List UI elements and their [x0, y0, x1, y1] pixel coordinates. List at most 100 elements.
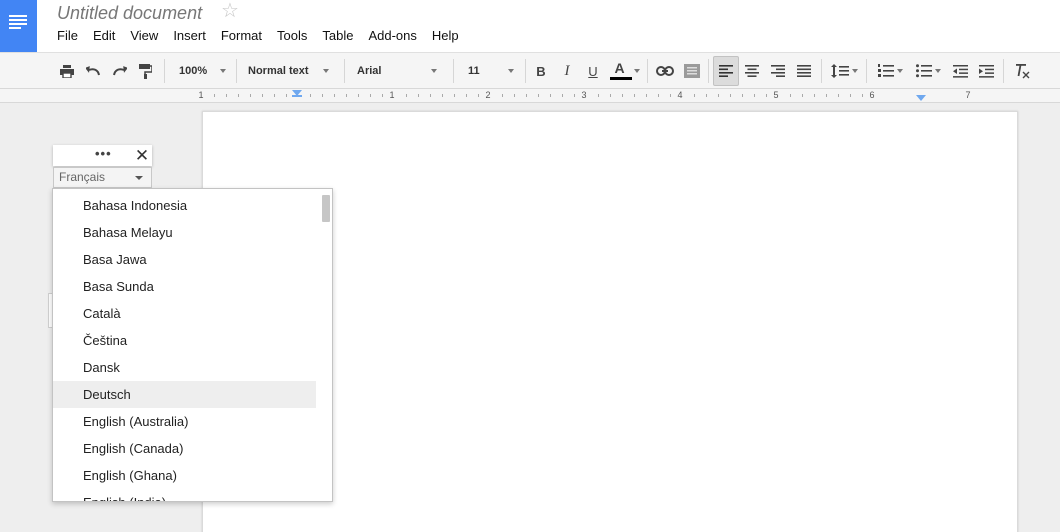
docs-logo-icon[interactable] [0, 0, 37, 52]
ruler-tick [862, 94, 863, 97]
ruler-tick [826, 94, 827, 97]
language-option[interactable]: English (Ghana) [53, 462, 316, 489]
zoom-value: 100% [179, 65, 208, 77]
font-value: Arial [357, 65, 382, 77]
ruler-tick [466, 94, 467, 97]
menu-tools[interactable]: Tools [277, 28, 307, 46]
decrease-indent-icon[interactable] [949, 53, 971, 89]
font-size-value: 11 [468, 65, 480, 77]
ruler-tick [406, 94, 407, 97]
menu-edit[interactable]: Edit [93, 28, 115, 46]
undo-icon[interactable] [83, 53, 103, 89]
more-options-icon[interactable]: ••• [95, 145, 112, 166]
text-color-button[interactable]: A [607, 53, 641, 89]
ruler-tick [430, 94, 431, 97]
zoom-dropdown[interactable]: 100% [179, 53, 229, 89]
print-icon[interactable] [57, 53, 77, 89]
menu-file[interactable]: File [57, 28, 78, 46]
chevron-down-icon [431, 69, 437, 73]
ruler-tick [514, 94, 515, 97]
language-option[interactable]: Basa Jawa [53, 246, 316, 273]
ruler-number: 7 [965, 90, 971, 100]
chevron-down-icon [934, 69, 941, 73]
close-icon[interactable]: ✕ [133, 145, 151, 166]
underline-button[interactable]: U [584, 53, 602, 89]
chevron-down-icon [220, 69, 226, 73]
style-value: Normal text [248, 65, 309, 77]
language-option[interactable]: Dansk [53, 354, 316, 381]
star-icon[interactable]: ☆ [221, 0, 239, 22]
menu-help[interactable]: Help [432, 28, 459, 46]
ruler-tick [790, 94, 791, 97]
ruler-tick [766, 94, 767, 97]
menu-table[interactable]: Table [322, 28, 353, 46]
language-option[interactable]: Català [53, 300, 316, 327]
ruler-tick [526, 94, 527, 97]
ruler-tick [670, 94, 671, 97]
chevron-down-icon [508, 69, 514, 73]
ruler-number: 4 [677, 90, 683, 100]
language-option[interactable]: English (Canada) [53, 435, 316, 462]
clear-formatting-icon[interactable] [1011, 53, 1033, 89]
ruler-tick [622, 94, 623, 97]
ruler-tick [478, 94, 479, 97]
redo-icon[interactable] [109, 53, 129, 89]
ruler-tick [610, 94, 611, 97]
comment-icon[interactable] [681, 53, 703, 89]
bulleted-list-button[interactable] [911, 53, 945, 89]
align-right-button[interactable] [767, 53, 789, 89]
menu-insert[interactable]: Insert [173, 28, 206, 46]
numbered-list-button[interactable] [873, 53, 907, 89]
list-scrollbar[interactable] [322, 195, 330, 222]
increase-indent-icon[interactable] [975, 53, 997, 89]
menu-addons[interactable]: Add-ons [368, 28, 416, 46]
link-icon[interactable] [654, 53, 676, 89]
language-dropdown-list[interactable]: Bahasa Indonesia Bahasa Melayu Basa Jawa… [52, 188, 333, 502]
menu-bar: File Edit View Insert Format Tools Table… [57, 28, 474, 46]
language-option[interactable]: Basa Sunda [53, 273, 316, 300]
language-option[interactable]: Bahasa Melayu [53, 219, 316, 246]
align-center-button[interactable] [741, 53, 763, 89]
ruler-tick [262, 94, 263, 97]
paint-format-icon[interactable] [135, 53, 155, 89]
font-dropdown[interactable]: Arial [357, 53, 441, 89]
bold-button[interactable]: B [532, 53, 550, 89]
menu-format[interactable]: Format [221, 28, 262, 46]
right-indent-marker-icon[interactable] [916, 95, 926, 101]
language-option[interactable]: Bahasa Indonesia [53, 192, 316, 219]
align-left-button[interactable] [713, 56, 739, 86]
line-spacing-button[interactable] [827, 53, 861, 89]
ruler-tick [418, 94, 419, 97]
ruler-tick [838, 94, 839, 97]
document-title[interactable]: Untitled document [57, 2, 202, 24]
font-size-dropdown[interactable]: 11 [468, 53, 517, 89]
ruler-tick [742, 94, 743, 97]
ruler-track: 1 1 2 3 4 5 6 7 [198, 89, 1018, 103]
align-justify-button[interactable] [793, 53, 815, 89]
ruler-tick [274, 94, 275, 97]
ruler-tick [334, 94, 335, 97]
translate-widget-header: ••• ✕ [53, 145, 152, 166]
language-select[interactable]: Français [53, 167, 152, 188]
text-color-letter: A [614, 60, 625, 76]
language-option[interactable]: English (Australia) [53, 408, 316, 435]
language-option-highlighted[interactable]: Deutsch [53, 381, 316, 408]
ruler-number: 2 [485, 90, 491, 100]
first-line-indent-marker-icon[interactable] [292, 95, 302, 97]
ruler-tick [634, 94, 635, 97]
chevron-down-icon [896, 69, 903, 73]
ruler-tick [538, 94, 539, 97]
ruler-number: 3 [581, 90, 587, 100]
ruler-tick [346, 94, 347, 97]
ruler-tick [658, 94, 659, 97]
language-option[interactable]: Čeština [53, 327, 316, 354]
ruler-tick [358, 94, 359, 97]
italic-button[interactable]: I [558, 53, 576, 89]
ruler-tick [370, 94, 371, 97]
menu-view[interactable]: View [130, 28, 158, 46]
ruler-tick [310, 94, 311, 97]
language-option[interactable]: English (India) [53, 489, 316, 501]
style-dropdown[interactable]: Normal text [248, 53, 334, 89]
ruler-tick [814, 94, 815, 97]
chevron-down-icon [633, 69, 640, 73]
